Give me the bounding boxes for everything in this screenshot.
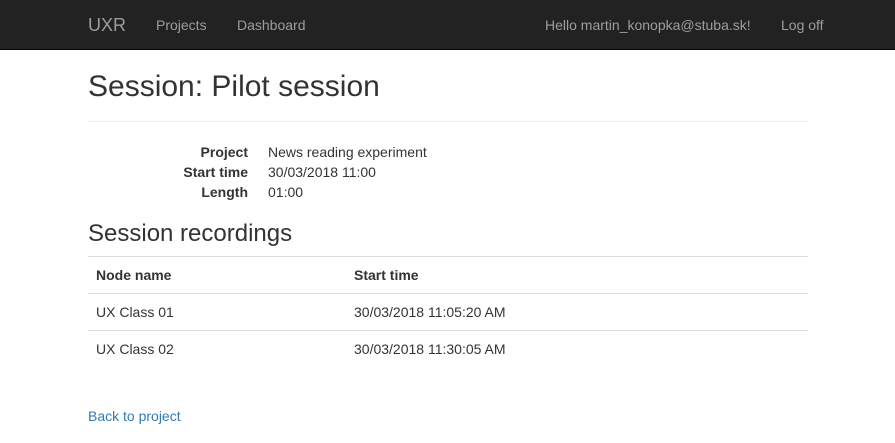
title-divider [88, 121, 808, 122]
detail-label: Start time [183, 164, 248, 180]
recordings-table: Node name Start time UX Class 01 30/03/2… [88, 256, 808, 367]
table-header-row: Node name Start time [88, 256, 808, 294]
logoff-link[interactable]: Log off [781, 0, 824, 50]
detail-row-start-time: Start time 30/03/2018 11:00 [88, 162, 808, 182]
detail-value: 01:00 [268, 184, 304, 200]
column-header-start-time: Start time [346, 256, 808, 294]
session-details: Project News reading experiment Start ti… [88, 142, 808, 202]
cell-node-name: UX Class 01 [88, 293, 346, 331]
page-title: Session: Pilot session [88, 70, 380, 103]
detail-row-length: Length 01:00 [88, 182, 808, 202]
table-row: UX Class 02 30/03/2018 11:30:05 AM [88, 330, 808, 367]
cell-node-name: UX Class 02 [88, 330, 346, 367]
table-row: UX Class 01 30/03/2018 11:05:20 AM [88, 293, 808, 331]
detail-label: Project [200, 144, 248, 160]
brand-link[interactable]: UXR [88, 0, 126, 50]
detail-value: News reading experiment [268, 144, 427, 160]
cell-start-time: 30/03/2018 11:30:05 AM [346, 330, 808, 367]
top-navbar: UXR Projects Dashboard Hello martin_kono… [0, 0, 895, 50]
column-header-node-name: Node name [88, 256, 346, 294]
back-to-project-link[interactable]: Back to project [88, 406, 181, 426]
main-content: Session: Pilot session Project News read… [88, 51, 808, 424]
nav-projects-link[interactable]: Projects [156, 0, 207, 50]
cell-start-time: 30/03/2018 11:05:20 AM [346, 293, 808, 331]
nav-dashboard-link[interactable]: Dashboard [237, 0, 306, 50]
recordings-title: Session recordings [88, 220, 293, 247]
user-greeting-link[interactable]: Hello martin_konopka@stuba.sk! [545, 0, 751, 50]
detail-row-project: Project News reading experiment [88, 142, 808, 162]
detail-value: 30/03/2018 11:00 [268, 164, 376, 180]
detail-label: Length [201, 184, 248, 200]
